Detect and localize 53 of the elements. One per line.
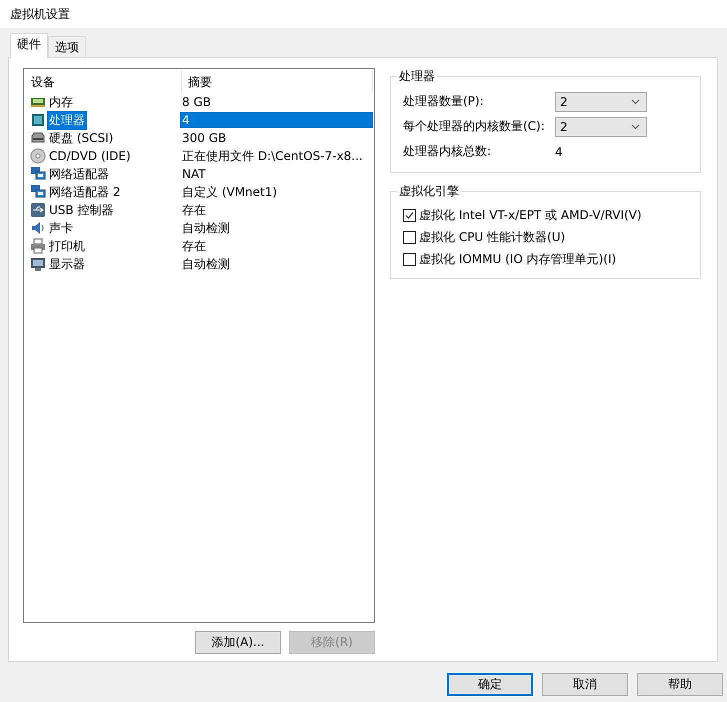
device-summary[interactable]: 自动检测 — [180, 218, 232, 238]
dialog-button[interactable]: 取消 — [542, 673, 628, 696]
dropdown[interactable]: 2 — [555, 116, 647, 136]
device-icon — [30, 184, 46, 200]
group-title: 处理器 — [398, 68, 436, 85]
checkbox[interactable] — [403, 230, 416, 244]
device-icon — [30, 166, 46, 182]
checkbox[interactable] — [403, 208, 416, 222]
device-summary[interactable]: 自动检测 — [180, 254, 232, 274]
device-name[interactable]: 硬盘 (SCSI) — [47, 128, 116, 148]
device-name[interactable]: CD/DVD (IDE) — [47, 148, 133, 164]
device-summary[interactable]: 8 GB — [180, 94, 213, 110]
total-value: 4 — [555, 144, 563, 158]
device-icon — [30, 112, 46, 128]
tab[interactable]: 硬件 — [10, 33, 48, 58]
column-header[interactable]: 摘要 — [182, 71, 373, 93]
device-summary[interactable]: NAT — [180, 166, 208, 182]
column-header[interactable]: 设备 — [25, 71, 182, 93]
dropdown[interactable]: 2 — [555, 92, 647, 112]
chevron-icon — [631, 98, 640, 104]
device-icon — [30, 148, 46, 164]
device-name[interactable]: 内存 — [47, 92, 75, 112]
device-icon — [30, 202, 46, 218]
device-summary[interactable]: 自定义 (VMnet1) — [180, 182, 280, 202]
device-name[interactable]: 网络适配器 2 — [47, 182, 122, 202]
device-name[interactable]: 显示器 — [47, 254, 87, 274]
dialog-button[interactable]: 帮助 — [637, 673, 723, 696]
device-icon — [30, 238, 46, 254]
field-label: 每个处理器的内核数量(C): — [403, 118, 546, 135]
checkbox-label[interactable]: 虚拟化 Intel VT-x/EPT 或 AMD-V/RVI(V) — [419, 206, 642, 224]
list-button[interactable]: 添加(A)... — [195, 631, 281, 654]
checkbox-label[interactable]: 虚拟化 IOMMU (IO 内存管理单元)(I) — [419, 250, 616, 268]
device-icon — [30, 220, 46, 236]
device-name[interactable]: 处理器 — [47, 110, 87, 130]
device-name[interactable]: USB 控制器 — [47, 200, 116, 220]
group-title: 虚拟化引擎 — [398, 183, 460, 200]
device-summary[interactable]: 正在使用文件 D:\CentOS-7-x8... — [180, 146, 365, 166]
device-name[interactable]: 声卡 — [47, 218, 75, 238]
tab[interactable]: 选项 — [48, 36, 86, 57]
chevron-icon — [631, 124, 640, 130]
device-icon — [30, 256, 46, 272]
device-summary[interactable]: 存在 — [180, 200, 208, 220]
device-name[interactable]: 网络适配器 — [47, 164, 111, 184]
checkbox-label[interactable]: 虚拟化 CPU 性能计数器(U) — [419, 228, 566, 246]
device-summary[interactable]: 存在 — [180, 236, 208, 256]
device-summary[interactable]: 4 — [180, 112, 373, 128]
dialog-button[interactable]: 确定 — [447, 673, 533, 696]
field-label: 处理器内核总数: — [403, 143, 492, 160]
checkbox[interactable] — [403, 252, 416, 266]
field-label: 处理器数量(P): — [403, 93, 485, 110]
device-name[interactable]: 打印机 — [47, 236, 87, 256]
window-title: 虚拟机设置 — [10, 6, 70, 22]
device-summary[interactable]: 300 GB — [180, 130, 228, 146]
